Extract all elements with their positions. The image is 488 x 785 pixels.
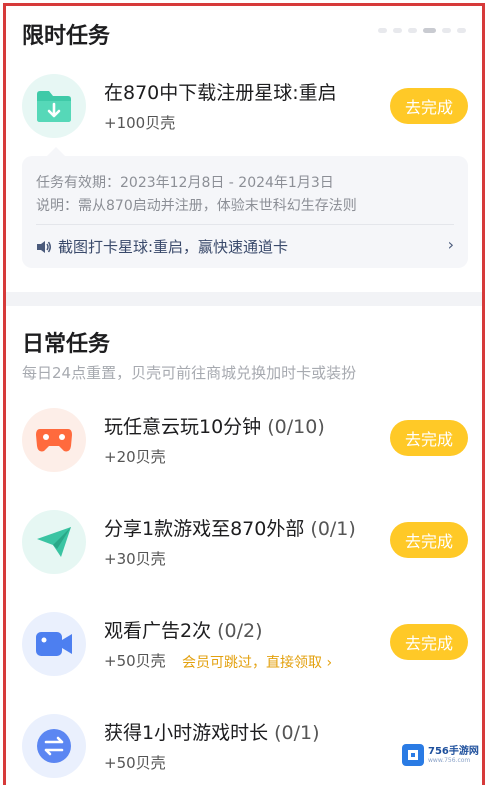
task-title: 获得1小时游戏时长 (0/1)	[104, 722, 320, 744]
complete-button[interactable]: 去完成	[390, 88, 468, 124]
task-reward: +100贝壳	[104, 114, 176, 132]
task-title: 观看广告2次 (0/2)	[104, 620, 263, 642]
daily-task-row[interactable]: 分享1款游戏至870外部 (0/1) +30贝壳 去完成	[6, 504, 482, 584]
section-divider	[6, 292, 482, 306]
task-reward: +50贝壳	[104, 652, 166, 670]
task-validity: 任务有效期：2023年12月8日 - 2024年1月3日	[36, 175, 334, 191]
carousel-dot[interactable]	[457, 28, 466, 33]
exchange-icon	[22, 714, 86, 778]
carousel-dot-active[interactable]	[423, 28, 436, 33]
section-title-daily: 日常任务	[22, 332, 111, 357]
section-title-limited: 限时任务	[22, 24, 111, 49]
vip-skip-link[interactable]: 会员可跳过，直接领取 ›	[182, 652, 332, 672]
carousel-dot[interactable]	[408, 28, 417, 33]
complete-button[interactable]: 去完成	[390, 420, 468, 456]
task-reward: +50贝壳	[104, 754, 166, 772]
video-camera-icon	[22, 612, 86, 676]
watermark-logo-icon	[402, 744, 424, 766]
task-info-box: 任务有效期：2023年12月8日 - 2024年1月3日 说明：需从870启动并…	[22, 147, 468, 268]
speaker-icon	[37, 240, 51, 253]
carousel-dot[interactable]	[378, 28, 387, 33]
gamepad-icon	[22, 408, 86, 472]
limited-task-row[interactable]: 在870中下载注册星球:重启 +100贝壳 去完成	[6, 68, 482, 148]
carousel-dot[interactable]	[393, 28, 402, 33]
watermark-brand: 756手游网	[428, 746, 479, 757]
task-title: 分享1款游戏至870外部 (0/1)	[104, 518, 356, 540]
task-title: 在870中下载注册星球:重启	[104, 82, 337, 104]
limited-task-section: 限时任务 在870中下载注册星球:重启 +100贝壳 去完成 任务有效期：202…	[6, 6, 482, 292]
daily-subtitle: 每日24点重置，贝壳可前往商城兑换加时卡或装扮	[22, 364, 357, 382]
divider	[36, 224, 454, 225]
task-reward: +20贝壳	[104, 448, 166, 466]
chevron-right-icon[interactable]: ›	[448, 235, 454, 254]
task-description: 说明：需从870启动并注册，体验末世科幻生存法则	[36, 198, 357, 214]
watermark: 756手游网 www.756.com	[402, 740, 482, 770]
carousel-indicator[interactable]	[378, 28, 466, 33]
task-title: 玩任意云玩10分钟 (0/10)	[104, 416, 325, 438]
watermark-url: www.756.com	[428, 757, 471, 764]
task-reward: +30贝壳	[104, 550, 166, 568]
complete-button[interactable]: 去完成	[390, 522, 468, 558]
checkin-link[interactable]: 截图打卡星球:重启，赢快速通道卡	[36, 236, 288, 257]
download-folder-icon	[22, 74, 86, 138]
checkin-link-label: 截图打卡星球:重启，赢快速通道卡	[58, 238, 289, 256]
complete-button[interactable]: 去完成	[390, 624, 468, 660]
info-caret	[46, 147, 66, 157]
carousel-dot[interactable]	[442, 28, 451, 33]
daily-task-section: 日常任务 每日24点重置，贝壳可前往商城兑换加时卡或装扮 玩任意云玩10分钟 (…	[6, 306, 482, 785]
daily-task-row[interactable]: 玩任意云玩10分钟 (0/10) +20贝壳 去完成	[6, 402, 482, 482]
daily-task-row[interactable]: 观看广告2次 (0/2) +50贝壳 会员可跳过，直接领取 › 去完成	[6, 606, 482, 686]
paper-plane-icon	[22, 510, 86, 574]
